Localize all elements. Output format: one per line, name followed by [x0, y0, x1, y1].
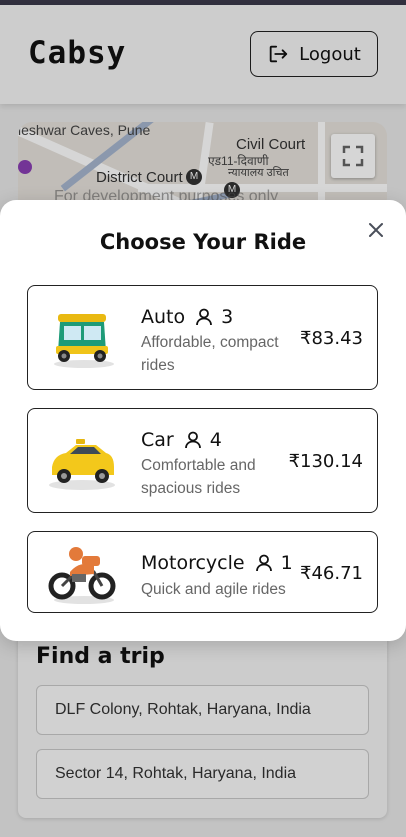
- ride-name: Car 4: [141, 429, 222, 451]
- ride-capacity: 3: [221, 306, 234, 328]
- choose-ride-modal: Choose Your Ride Auto 3 Affordable, comp…: [0, 200, 406, 641]
- motorcycle-icon: [48, 547, 116, 604]
- ride-name: Motorcycle 1: [141, 552, 293, 574]
- ride-price: ₹83.43: [300, 328, 363, 349]
- ride-capacity: 1: [280, 552, 293, 574]
- ride-name: Auto 3: [141, 306, 233, 328]
- ride-option-car[interactable]: Car 4 Comfortable and spacious rides ₹13…: [27, 408, 378, 513]
- ride-name-text: Motorcycle: [141, 552, 245, 574]
- ride-capacity: 4: [209, 429, 222, 451]
- person-icon: [184, 431, 201, 449]
- ride-name-text: Auto: [141, 306, 186, 328]
- ride-description: Comfortable and spacious rides: [141, 457, 256, 497]
- ride-option-motorcycle[interactable]: Motorcycle 1 Quick and agile rides ₹46.7…: [27, 531, 378, 613]
- ride-name-text: Car: [141, 429, 174, 451]
- auto-rickshaw-icon: [54, 314, 114, 368]
- taxi-car-icon: [49, 439, 115, 490]
- person-icon: [196, 308, 213, 326]
- close-button[interactable]: [364, 218, 388, 242]
- ride-description: Affordable, compact rides: [141, 334, 279, 374]
- ride-price: ₹46.71: [300, 563, 363, 584]
- modal-title: Choose Your Ride: [99, 230, 307, 254]
- person-icon: [255, 554, 272, 572]
- ride-option-auto[interactable]: Auto 3 Affordable, compact rides ₹83.43: [27, 285, 378, 390]
- close-icon: [369, 223, 383, 237]
- ride-price: ₹130.14: [288, 451, 363, 472]
